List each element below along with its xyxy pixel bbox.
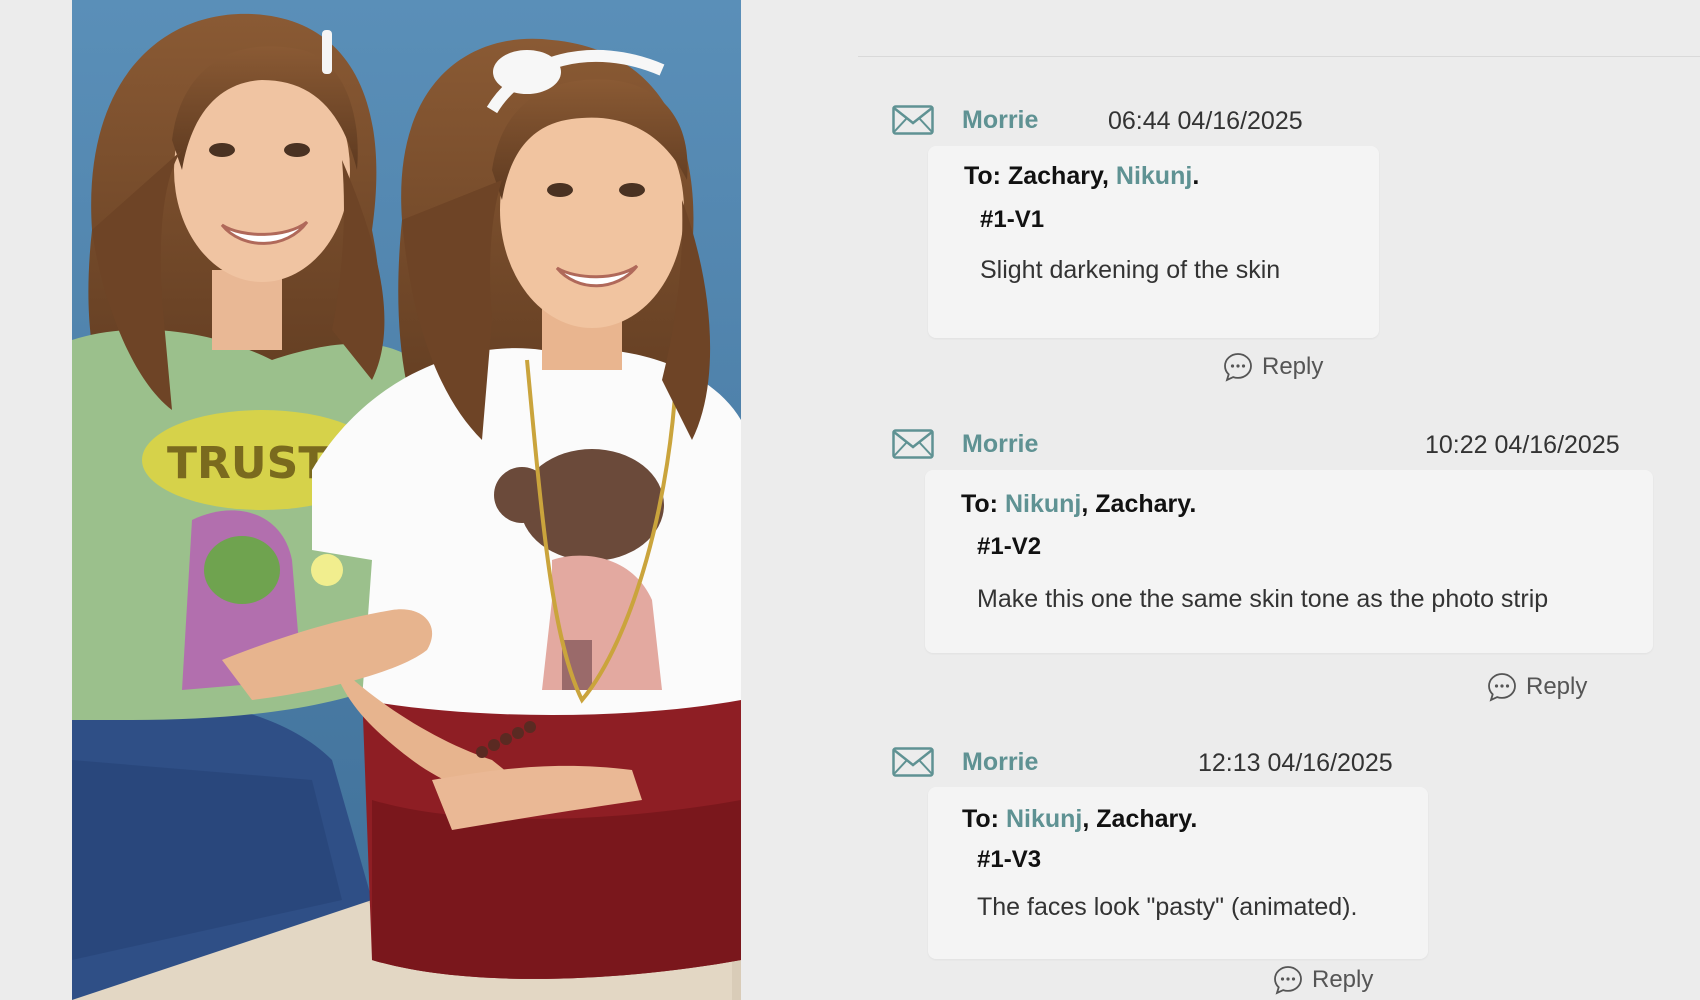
- reply-label: Reply: [1526, 673, 1588, 700]
- version-tag: #1-V2: [977, 533, 1042, 560]
- comment-card: To: Zachary, Nikunj. #1-V1 Slight darken…: [928, 146, 1379, 338]
- comment-author: Morrie: [962, 430, 1039, 458]
- recipients-line: To: Nikunj, Zachary.: [961, 490, 1197, 518]
- version-tag: #1-V1: [980, 206, 1045, 233]
- envelope-icon: [892, 428, 934, 460]
- comment-timestamp: 12:13 04/16/2025: [1198, 749, 1393, 777]
- chat-bubble-icon: [1224, 353, 1252, 382]
- recipient-name: Zachary: [1007, 162, 1102, 190]
- chat-bubble-icon: [1488, 673, 1516, 702]
- comment-author: Morrie: [962, 106, 1039, 134]
- top-divider: [858, 56, 1700, 57]
- comment-header: Morrie 06:44 04/16/2025: [892, 104, 1652, 138]
- comment-body: Make this one the same skin tone as the …: [977, 585, 1549, 613]
- recipient-name: Zachary: [1096, 805, 1191, 833]
- recipients-line: To: Zachary, Nikunj.: [964, 162, 1200, 190]
- comment-header: Morrie 10:22 04/16/2025: [892, 428, 1652, 462]
- reply-button[interactable]: Reply: [1222, 350, 1323, 384]
- comment-author: Morrie: [962, 748, 1039, 776]
- comment-card: To: Nikunj, Zachary. #1-V3 The faces loo…: [928, 787, 1428, 959]
- comment-timestamp: 06:44 04/16/2025: [1108, 107, 1303, 135]
- envelope-icon: [892, 104, 934, 136]
- comment-body: The faces look "pasty" (animated).: [977, 893, 1358, 921]
- reply-label: Reply: [1262, 353, 1324, 380]
- comment-header: Morrie 12:13 04/16/2025: [892, 746, 1652, 780]
- comment-card: To: Nikunj, Zachary. #1-V2 Make this one…: [925, 470, 1653, 653]
- portrait-illustration: TRUST ME: [72, 0, 741, 1000]
- reply-button[interactable]: Reply: [1272, 963, 1373, 997]
- photo-preview: TRUST ME: [72, 0, 741, 1000]
- recipient-name-highlighted: Nikunj: [1004, 490, 1082, 518]
- version-tag: #1-V3: [977, 846, 1042, 873]
- reply-button[interactable]: Reply: [1486, 670, 1587, 704]
- comment-body: Slight darkening of the skin: [980, 256, 1281, 284]
- recipient-name-highlighted: Nikunj: [1005, 805, 1083, 833]
- envelope-icon: [892, 746, 934, 778]
- comment-timestamp: 10:22 04/16/2025: [1425, 431, 1620, 459]
- chat-bubble-icon: [1274, 966, 1302, 995]
- recipient-name-highlighted: Nikunj: [1115, 162, 1193, 190]
- reply-label: Reply: [1312, 966, 1374, 993]
- recipients-line: To: Nikunj, Zachary.: [962, 805, 1198, 833]
- recipient-name: Zachary: [1095, 490, 1190, 518]
